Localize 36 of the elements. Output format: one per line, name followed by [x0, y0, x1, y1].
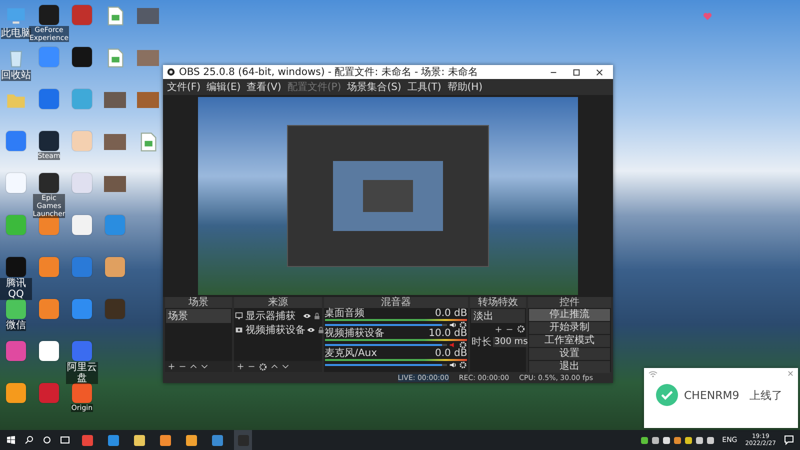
control-button[interactable]: 开始录制 — [528, 322, 610, 334]
dock-title: 来源 — [234, 297, 322, 308]
icon-label: 阿里云盘 — [66, 362, 98, 384]
dock-title: 控件 — [528, 297, 611, 308]
menu-item[interactable]: 文件(F) — [167, 80, 201, 94]
dock-title: 混音器 — [324, 297, 468, 308]
menu-item[interactable]: 工具(T) — [407, 80, 442, 94]
channel-name: 桌面音频 — [324, 309, 365, 319]
transition-dropdown[interactable]: 淡出 — [471, 309, 525, 323]
menu-item[interactable]: 查看(V) — [246, 80, 282, 94]
dock-title: 转场特效 — [470, 297, 526, 308]
duration-label: 时长 — [471, 336, 492, 349]
control-button[interactable]: 工作室模式 — [528, 335, 610, 347]
duration-field[interactable]: 300 ms — [493, 337, 529, 347]
channel-name: 麦克风/Aux — [324, 349, 378, 359]
device-name: CHENRM9 — [684, 388, 740, 402]
icon-label: 微信 — [6, 320, 26, 331]
window-title: OBS 25.0.8 (64-bit, windows) - 配置文件: 未命名 - 场景: 未命名 — [179, 66, 479, 79]
menu-item[interactable]: 帮助(H) — [447, 80, 483, 94]
channel-name: 视频捕获设备 — [324, 329, 385, 339]
menu-item[interactable]: 场景集合(S) — [347, 80, 402, 94]
channel-reading: 0.0 dB — [434, 309, 468, 319]
scene-item[interactable]: 场景 — [166, 309, 232, 323]
source-item[interactable]: 视频捕获设备 — [245, 323, 306, 337]
channel-reading: 0.0 dB — [434, 349, 468, 359]
source-item[interactable]: 显示器捕获 — [245, 309, 301, 323]
control-button[interactable]: 停止推流 — [528, 309, 610, 321]
menu-item[interactable]: 编辑(E) — [206, 80, 241, 94]
dock-title: 场景 — [165, 297, 232, 308]
icon-label: 回收站 — [1, 70, 31, 81]
icon-label: 此电脑 — [1, 28, 31, 39]
channel-reading: 10.0 dB — [428, 329, 468, 339]
control-button[interactable]: 设置 — [528, 348, 610, 360]
icon-label: 腾讯QQ — [0, 278, 32, 300]
notification-message: 上线了 — [749, 388, 782, 402]
control-button[interactable]: 退出 — [528, 361, 610, 373]
